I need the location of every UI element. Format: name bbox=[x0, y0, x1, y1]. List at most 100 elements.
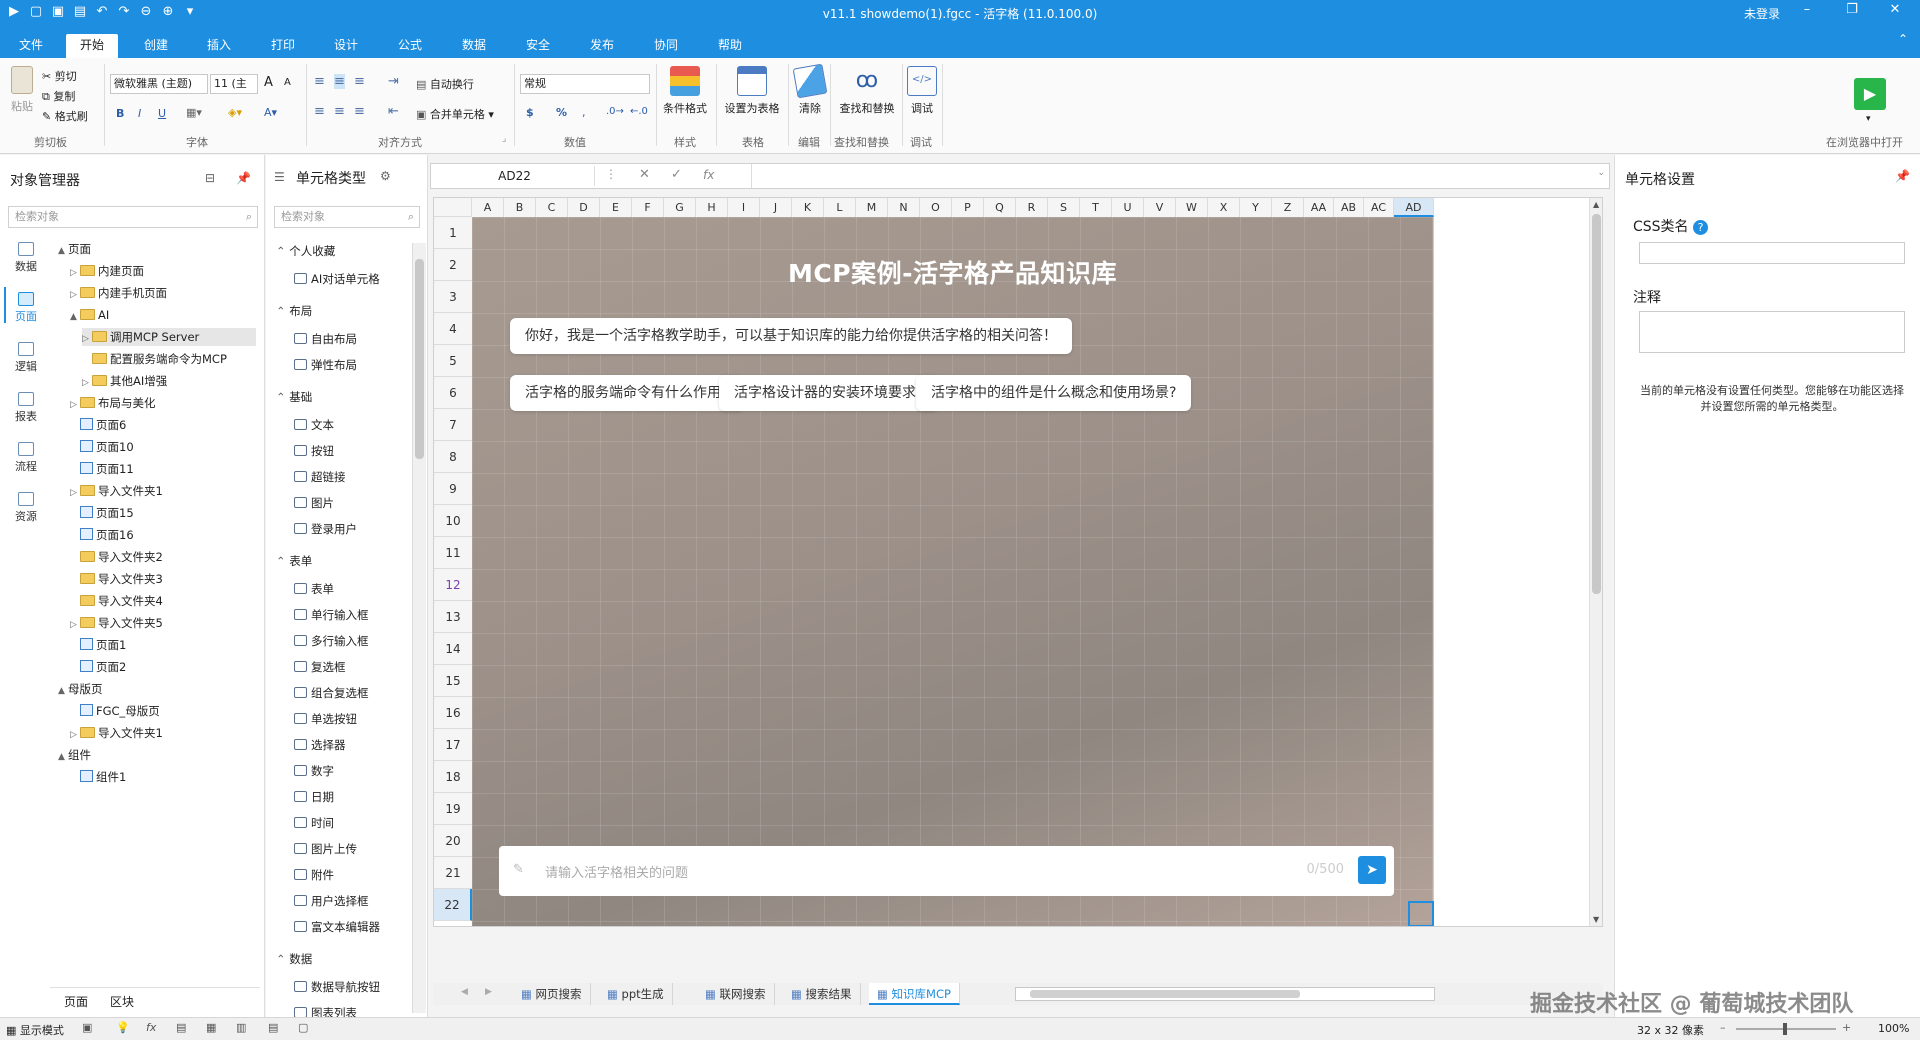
expand-arrow-icon[interactable]: ▷ bbox=[70, 286, 80, 304]
next-sheet-icon[interactable]: ▶ bbox=[485, 987, 492, 997]
tree-item[interactable]: 导入文件夹3 bbox=[70, 570, 163, 588]
column-header[interactable]: F bbox=[632, 198, 664, 217]
sheet-tab[interactable]: ▦ 联网搜索 bbox=[697, 983, 775, 1005]
column-header[interactable]: K bbox=[792, 198, 824, 217]
code-view-icon[interactable]: ▣ bbox=[82, 1021, 92, 1034]
collapse-icon[interactable]: ⊟ bbox=[205, 171, 215, 185]
column-header[interactable]: O bbox=[920, 198, 952, 217]
shrink-font-button[interactable]: A bbox=[284, 77, 291, 88]
border-icon[interactable]: ▦▾ bbox=[186, 106, 202, 119]
nav-flow[interactable]: 流程 bbox=[6, 442, 46, 474]
italic-button[interactable]: I bbox=[138, 107, 141, 120]
tree-item[interactable]: 页面6 bbox=[70, 416, 126, 434]
cell-type-item[interactable]: 数字 bbox=[294, 763, 334, 779]
font-size-select[interactable]: 11 (主 bbox=[210, 74, 258, 94]
column-header[interactable]: W bbox=[1176, 198, 1208, 217]
wrap-text-button[interactable]: ▤ 自动换行 bbox=[416, 76, 474, 92]
run-dropdown-icon[interactable]: ▾ bbox=[1866, 114, 1871, 124]
percent-button[interactable]: % bbox=[556, 106, 567, 119]
package-icon[interactable]: ▦ bbox=[206, 1021, 216, 1034]
column-header[interactable]: P bbox=[952, 198, 984, 217]
format-painter-button[interactable]: ✎ 格式刷 bbox=[42, 108, 88, 124]
cell-type-item[interactable]: 附件 bbox=[294, 867, 334, 883]
column-header[interactable]: L bbox=[824, 198, 856, 217]
row-header[interactable]: 14 bbox=[434, 633, 472, 665]
cell-type-item[interactable]: 表单 bbox=[294, 581, 334, 597]
confirm-icon[interactable]: ✓ bbox=[671, 167, 682, 182]
table-view-icon[interactable]: ▤ bbox=[176, 1021, 186, 1034]
tree-item[interactable]: FGC_母版页 bbox=[70, 702, 160, 720]
send-button[interactable]: ➤ bbox=[1358, 856, 1386, 884]
increase-decimal-icon[interactable]: .0→ bbox=[606, 106, 624, 117]
pin-icon[interactable]: 📌 bbox=[236, 171, 251, 185]
tree-item[interactable]: ▷ 内建页面 bbox=[70, 262, 144, 280]
column-header[interactable]: S bbox=[1048, 198, 1080, 217]
help-icon[interactable]: ? bbox=[1693, 220, 1709, 235]
column-header[interactable]: V bbox=[1144, 198, 1176, 217]
tree-item[interactable]: ▷ 导入文件夹1 bbox=[70, 724, 163, 742]
decrease-decimal-icon[interactable]: ←.0 bbox=[630, 106, 648, 117]
align-top-icon[interactable]: ≡ bbox=[314, 74, 325, 89]
comma-icon[interactable]: , bbox=[582, 106, 586, 119]
column-header[interactable]: Z bbox=[1272, 198, 1304, 217]
expand-arrow-icon[interactable]: ▷ bbox=[70, 396, 80, 414]
column-header[interactable]: U bbox=[1112, 198, 1144, 217]
sheet-tab[interactable]: ▦ 网页搜索 bbox=[513, 983, 591, 1005]
cell-type-item[interactable]: 时间 bbox=[294, 815, 334, 831]
tab-pages[interactable]: 页面 bbox=[64, 993, 88, 1010]
font-color-icon[interactable]: A▾ bbox=[264, 106, 277, 119]
cell-type-scrollbar[interactable] bbox=[412, 243, 426, 1013]
cell-type-group-header[interactable]: ⌃ 表单 bbox=[276, 553, 312, 569]
column-header[interactable]: G bbox=[664, 198, 696, 217]
page-icon[interactable]: ▢ bbox=[298, 1021, 308, 1034]
cell-type-item[interactable]: 超链接 bbox=[294, 469, 346, 485]
cell-type-item[interactable]: 弹性布局 bbox=[294, 357, 357, 373]
grid-icon[interactable]: ▤ bbox=[268, 1021, 278, 1034]
cell-type-item[interactable]: 组合复选框 bbox=[294, 685, 369, 701]
row-header[interactable]: 21 bbox=[434, 857, 472, 889]
sheet-tab[interactable]: ▦ 搜索结果 bbox=[783, 983, 861, 1005]
column-header[interactable]: AB bbox=[1334, 198, 1364, 217]
tree-item[interactable]: 页面1 bbox=[70, 636, 126, 654]
row-header[interactable]: 20 bbox=[434, 825, 472, 857]
conditional-format-button[interactable]: 条件格式 bbox=[660, 66, 710, 116]
tab-security[interactable]: 安全 bbox=[512, 34, 564, 58]
note-input[interactable] bbox=[1639, 311, 1905, 353]
row-header[interactable]: 3 bbox=[434, 281, 472, 313]
cell-type-group-header[interactable]: ⌃ 个人收藏 bbox=[276, 243, 335, 259]
expand-arrow-icon[interactable]: ▷ bbox=[70, 484, 80, 502]
fx-icon[interactable]: fx bbox=[146, 1021, 156, 1034]
formula-input[interactable] bbox=[751, 164, 1597, 188]
tree-item[interactable]: 导入文件夹2 bbox=[70, 548, 163, 566]
row-header[interactable]: 15 bbox=[434, 665, 472, 697]
spreadsheet[interactable]: A B C D E F G H I J K L M N O P Q R S T U V W X Y Z AA AB AC AD 12345… bbox=[433, 197, 1603, 927]
align-bottom-icon[interactable]: ≡ bbox=[354, 74, 365, 89]
align-center-icon[interactable]: ≡ bbox=[334, 104, 345, 119]
zoom-slider-handle[interactable] bbox=[1783, 1023, 1787, 1035]
expand-arrow-icon[interactable]: ▷ bbox=[82, 374, 92, 392]
tab-collab[interactable]: 协同 bbox=[640, 34, 692, 58]
tab-insert[interactable]: 插入 bbox=[193, 34, 245, 58]
row-header[interactable]: 9 bbox=[434, 473, 472, 505]
tab-create[interactable]: 创建 bbox=[130, 34, 182, 58]
row-header[interactable]: 8 bbox=[434, 441, 472, 473]
tree-item[interactable]: ▲ AI bbox=[70, 306, 109, 324]
cell-reference-input[interactable]: AD22 bbox=[435, 166, 595, 186]
tab-blocks[interactable]: 区块 bbox=[110, 993, 134, 1010]
row-header[interactable]: 4 bbox=[434, 313, 472, 345]
tab-file[interactable]: 文件 bbox=[5, 34, 57, 58]
tree-item[interactable]: ▷ 导入文件夹1 bbox=[70, 482, 163, 500]
tab-help[interactable]: 帮助 bbox=[704, 34, 756, 58]
cell-type-item[interactable]: 用户选择框 bbox=[294, 893, 369, 909]
expand-arrow-icon[interactable]: ▷ bbox=[82, 330, 92, 348]
sheet-tab[interactable]: ▦ 知识库MCP bbox=[869, 983, 960, 1005]
cut-button[interactable]: ✂ 剪切 bbox=[42, 68, 77, 84]
tree-item[interactable]: 组件1 bbox=[70, 768, 126, 786]
align-dialog-launcher-icon[interactable]: ⌟ bbox=[502, 134, 506, 144]
active-cell-AD22[interactable] bbox=[1408, 901, 1434, 926]
tree-item[interactable]: ▷ 调用MCP Server bbox=[82, 328, 256, 346]
chat-input-box[interactable]: ✎ 请输入活字格相关的问题 0/500 ➤ bbox=[499, 846, 1394, 896]
display-mode-button[interactable]: ▦ 显示模式 bbox=[6, 1022, 64, 1038]
suggestion-button[interactable]: 活字格的服务端命令有什么作用? bbox=[510, 375, 744, 411]
column-header[interactable]: AA bbox=[1304, 198, 1334, 217]
